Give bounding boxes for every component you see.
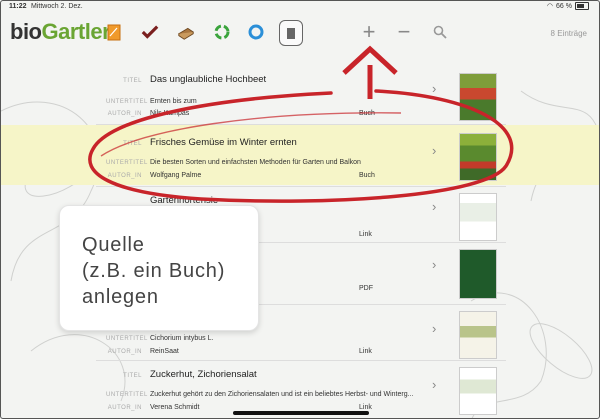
author-label: AUTOR_IN (107, 349, 142, 355)
book-cover-thumbnail (459, 73, 497, 121)
item-subtitle: Zuckerhut gehört zu den Zichoriensalaten… (150, 391, 414, 398)
home-indicator[interactable] (233, 411, 369, 415)
subtitle-label: UNTERTITEL (106, 336, 148, 342)
book-cover-thumbnail (459, 133, 497, 181)
item-type: PDF (359, 285, 373, 292)
circle-icon[interactable] (247, 23, 265, 41)
chevron-right-icon[interactable]: › (432, 81, 436, 96)
subtitle-label: UNTERTITEL (106, 160, 148, 166)
author-label: AUTOR_IN (107, 111, 142, 117)
battery-percent: 66 % (556, 2, 572, 10)
entry-count: 8 Einträge (550, 29, 587, 38)
webpage-thumbnail (459, 193, 497, 241)
item-type: Buch (359, 110, 375, 117)
item-type: Link (359, 231, 372, 238)
logo-gartler: Gartler (41, 19, 111, 44)
item-type: Buch (359, 172, 375, 179)
item-subtitle: Ernten bis zum (150, 98, 197, 105)
callout-text: Quelle (z.B. ein Buch) anlegen (82, 234, 226, 308)
subtitle-label: UNTERTITEL (106, 392, 148, 398)
list-item[interactable]: TITEL Das unglaubliche Hochbeet UNTERTIT… (96, 59, 506, 125)
status-bar: 11:22 Mittwoch 2. Dez. ◠ 66 % (1, 1, 599, 12)
search-icon[interactable] (431, 23, 449, 41)
check-icon[interactable] (141, 23, 159, 41)
callout-box: Quelle (z.B. ein Buch) anlegen (59, 205, 259, 331)
toolbar: bioGartler + − 8 Einträge (1, 13, 599, 51)
battery-icon (575, 2, 589, 10)
chevron-right-icon[interactable]: › (432, 257, 436, 272)
remove-button[interactable]: − (395, 19, 413, 44)
item-type: Link (359, 348, 372, 355)
status-right: ◠ 66 % (547, 2, 589, 10)
chevron-right-icon[interactable]: › (432, 199, 436, 214)
wifi-icon: ◠ (546, 3, 554, 10)
item-type: Link (359, 404, 372, 411)
logo-bio: bio (10, 19, 42, 44)
chevron-right-icon[interactable]: › (432, 143, 436, 158)
item-title: Frisches Gemüse im Winter ernten (150, 137, 297, 148)
status-time: 11:22 (9, 3, 27, 10)
chevron-right-icon[interactable]: › (432, 377, 436, 392)
item-title: Das unglaubliche Hochbeet (150, 74, 267, 85)
item-author: Verena Schmidt (150, 404, 200, 411)
notes-icon[interactable] (105, 23, 123, 41)
tablet-icon[interactable] (279, 20, 303, 46)
webpage-thumbnail (459, 367, 497, 415)
item-author: Nils Kampas (150, 110, 190, 117)
pdf-thumbnail (459, 249, 497, 299)
book-icon[interactable] (177, 23, 195, 41)
status-date: Mittwoch 2. Dez. (31, 3, 83, 10)
item-subtitle: Die besten Sorten und einfachsten Method… (150, 159, 361, 166)
app-logo: bioGartler (10, 19, 111, 45)
item-subtitle: Cichorium intybus L. (150, 335, 214, 342)
app-window: 11:22 Mittwoch 2. Dez. ◠ 66 % bioGartler (0, 0, 600, 419)
chevron-right-icon[interactable]: › (432, 321, 436, 336)
item-author: Wolfgang Palme (150, 172, 202, 179)
title-label: TITEL (123, 78, 142, 84)
title-label: TITEL (123, 373, 142, 379)
subtitle-label: UNTERTITEL (106, 99, 148, 105)
item-title: Zuckerhut, Zichoriensalat (150, 369, 257, 380)
title-label: TITEL (123, 141, 142, 147)
add-button[interactable]: + (360, 19, 378, 44)
list-item[interactable]: TITEL Frisches Gemüse im Winter ernten U… (96, 125, 506, 187)
recycle-icon[interactable] (213, 23, 231, 41)
author-label: AUTOR_IN (107, 405, 142, 411)
webpage-thumbnail (459, 311, 497, 359)
author-label: AUTOR_IN (107, 173, 142, 179)
item-author: ReinSaat (150, 348, 179, 355)
